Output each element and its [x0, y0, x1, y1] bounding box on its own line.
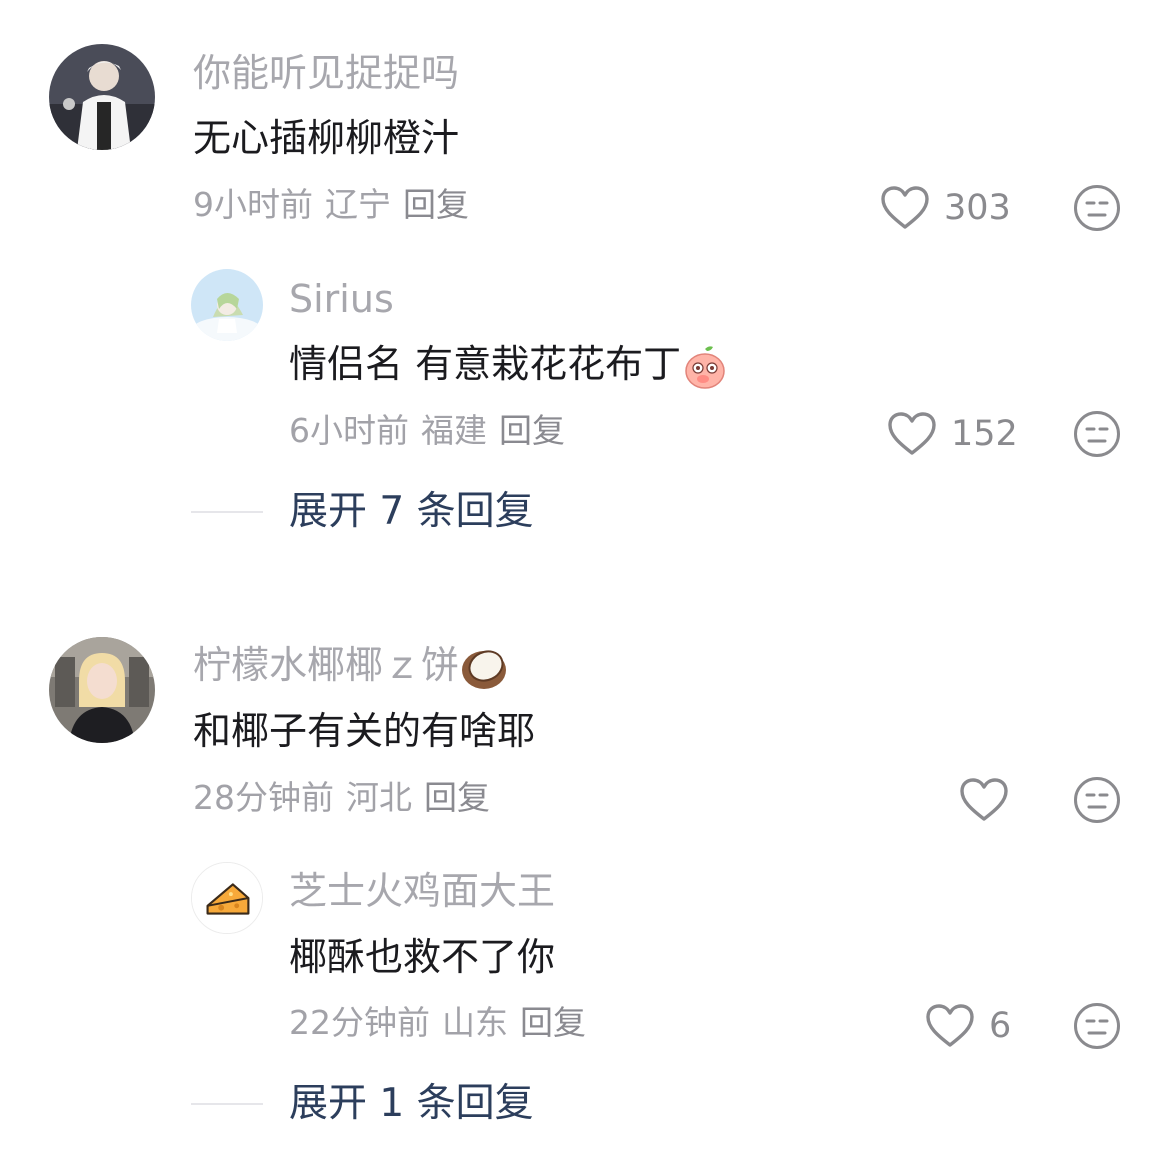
reply-button[interactable]: 回复	[499, 411, 565, 450]
reply-button[interactable]: 回复	[520, 1003, 586, 1042]
reply-username[interactable]: 芝士火鸡面大王	[289, 868, 555, 914]
reply-text: 情侣名 有意栽花花布丁	[289, 342, 682, 386]
comment-meta: 28分钟前 河北 回复	[193, 778, 502, 818]
reply-meta: 22分钟前 山东 回复	[289, 1003, 598, 1043]
heart-outline-icon	[926, 1004, 974, 1047]
neutral-face-icon	[1074, 411, 1120, 457]
reply-location: 福建	[421, 411, 487, 450]
reply-time: 6小时前	[289, 411, 409, 450]
comments-panel: 你能听见捉捉吗 无心插柳柳橙汁 9小时前 辽宁 回复 303 Sirius 情侣名 …	[0, 0, 1170, 1157]
heart-outline-icon	[960, 778, 1008, 821]
like-count: 303	[944, 188, 1011, 228]
like-count: 152	[951, 414, 1018, 454]
comment-username-line[interactable]: 柠檬水椰椰ｚ饼	[193, 642, 509, 692]
comment-time: 28分钟前	[193, 778, 334, 817]
reply-location: 山东	[442, 1003, 508, 1042]
user-avatar[interactable]	[49, 44, 155, 150]
dislike-button[interactable]	[1073, 776, 1121, 824]
like-button[interactable]	[959, 776, 1023, 824]
neutral-face-icon	[1074, 185, 1120, 231]
comment-username[interactable]: 你能听见捉捉吗	[193, 50, 459, 96]
dislike-button[interactable]	[1073, 1002, 1121, 1050]
expand-replies-button[interactable]: 展开 1 条回复	[289, 1080, 534, 1128]
comment-location: 辽宁	[325, 185, 391, 224]
neutral-face-icon	[1074, 777, 1120, 823]
dislike-button[interactable]	[1073, 184, 1121, 232]
expand-divider	[191, 1103, 263, 1105]
expand-divider	[191, 511, 263, 513]
comment-username: 柠檬水椰椰ｚ饼	[193, 643, 460, 687]
like-button[interactable]: 6	[925, 1002, 1011, 1050]
neutral-face-icon	[1074, 1003, 1120, 1049]
heart-outline-icon	[881, 186, 929, 229]
user-avatar[interactable]	[49, 637, 155, 743]
reply-time: 22分钟前	[289, 1003, 430, 1042]
reply-text-line: 情侣名 有意栽花花布丁	[289, 340, 729, 391]
peach-face-emoji	[685, 345, 725, 389]
like-button[interactable]: 152	[887, 410, 1018, 458]
comment-text: 无心插柳柳橙汁	[193, 116, 460, 160]
reply-button[interactable]: 回复	[403, 185, 469, 224]
expand-replies-button[interactable]: 展开 7 条回复	[289, 488, 534, 536]
reply-username[interactable]: Sirius	[289, 276, 394, 322]
reply-button[interactable]: 回复	[424, 778, 490, 817]
reply-text: 椰酥也救不了你	[289, 935, 556, 979]
coconut-emoji	[462, 649, 507, 689]
comment-time: 9小时前	[193, 185, 313, 224]
reply-meta: 6小时前 福建 回复	[289, 411, 577, 451]
comment-meta: 9小时前 辽宁 回复	[193, 185, 481, 225]
reply-user-avatar[interactable]	[191, 269, 263, 341]
like-button[interactable]: 303	[880, 184, 1011, 232]
comment-location: 河北	[346, 778, 412, 817]
comment-text: 和椰子有关的有啥耶	[193, 709, 536, 753]
like-count: 6	[989, 1006, 1012, 1046]
heart-outline-icon	[888, 412, 936, 455]
dislike-button[interactable]	[1073, 410, 1121, 458]
reply-user-avatar[interactable]	[191, 862, 263, 934]
